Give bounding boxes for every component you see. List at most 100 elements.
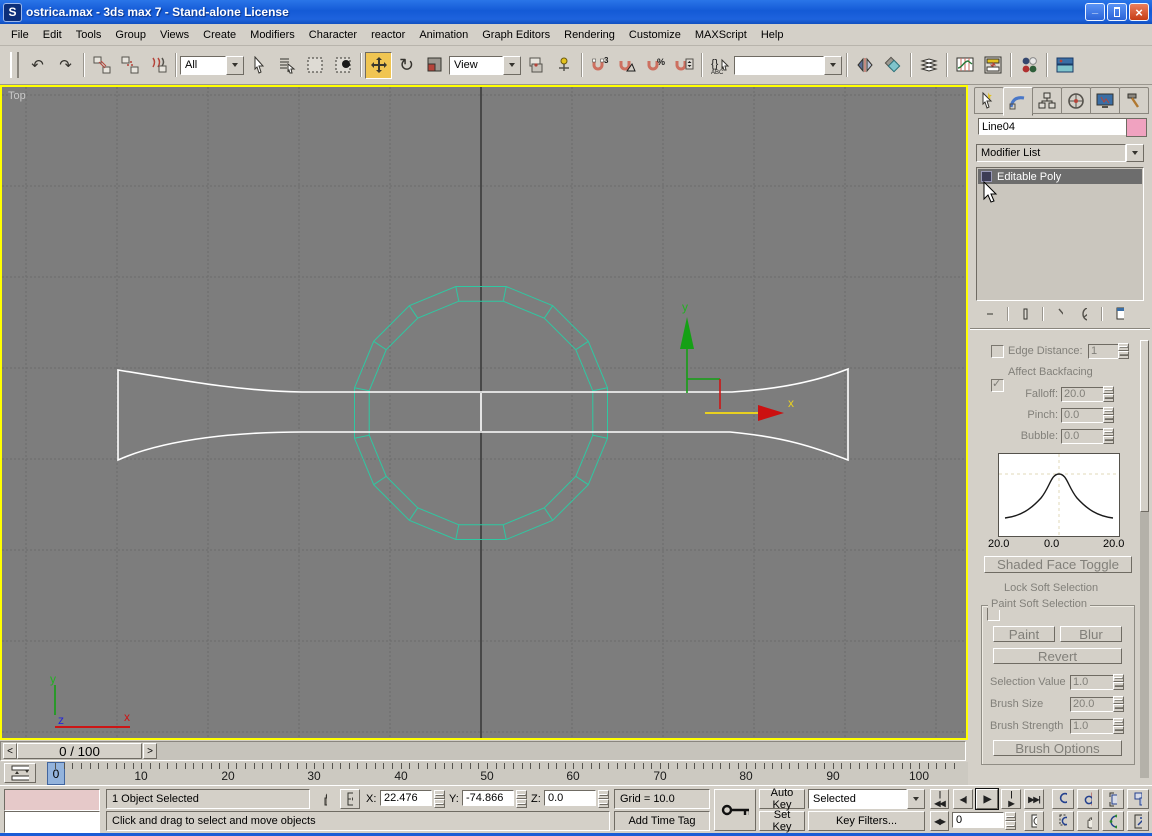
zoom-extents-button[interactable] [1102, 789, 1124, 809]
brush-size-field[interactable]: 20.0 [1070, 697, 1114, 712]
select-and-move-button[interactable] [365, 51, 392, 79]
tab-display[interactable] [1090, 87, 1120, 114]
previous-frame-button[interactable]: ◀| [953, 789, 973, 809]
tab-utilities[interactable] [1119, 87, 1149, 114]
menu-animation[interactable]: Animation [412, 24, 475, 46]
minimize-button[interactable]: _ [1085, 3, 1105, 21]
falloff-spinner[interactable] [1103, 386, 1114, 402]
viewport-top[interactable]: y x y z x Top [0, 85, 968, 740]
zoom-extents-all-button[interactable] [1127, 789, 1149, 809]
use-pivot-point-center-button[interactable] [522, 52, 549, 79]
chevron-down-icon[interactable] [226, 55, 244, 75]
track-bar[interactable]: 0 10 20 30 40 50 60 70 80 90 100 0 [0, 762, 968, 785]
brush-strength-field[interactable]: 1.0 [1070, 719, 1114, 734]
toolbar-handle[interactable] [10, 52, 19, 78]
z-spinner[interactable] [598, 790, 609, 808]
select-and-rotate-button[interactable]: ↻ [393, 52, 420, 79]
track-bar-ruler[interactable]: 0 10 20 30 40 50 60 70 80 90 100 0 [42, 762, 968, 785]
tab-motion[interactable] [1061, 87, 1091, 114]
named-selection-sets-dropdown[interactable] [734, 55, 842, 75]
menu-edit[interactable]: Edit [36, 24, 69, 46]
min-max-toggle-button[interactable] [1127, 811, 1149, 831]
spinner-snap-toggle-button[interactable] [670, 52, 697, 79]
object-color-swatch[interactable] [1126, 118, 1147, 137]
brush-strength-spinner[interactable] [1113, 718, 1124, 734]
bubble-field[interactable]: 0.0 [1061, 429, 1105, 444]
maxscript-mini-listener-pink[interactable] [4, 789, 100, 811]
modifier-stack[interactable]: Editable Poly [976, 167, 1144, 301]
percent-snap-toggle-button[interactable]: % [642, 52, 669, 79]
show-end-result-button[interactable] [1015, 305, 1035, 323]
x-spinner[interactable] [434, 790, 445, 808]
menu-help[interactable]: Help [754, 24, 791, 46]
open-mini-curve-editor-button[interactable] [4, 763, 36, 783]
panel-scrollbar-thumb[interactable] [1140, 340, 1149, 512]
goto-end-button[interactable]: ▶▶| [1024, 789, 1044, 809]
layer-manager-button[interactable] [915, 52, 942, 79]
align-button[interactable] [879, 52, 906, 79]
menu-graph-editors[interactable]: Graph Editors [475, 24, 557, 46]
region-zoom-button[interactable] [1052, 811, 1074, 831]
auto-key-button[interactable]: Auto Key [759, 787, 805, 811]
make-unique-button[interactable] [1050, 305, 1070, 323]
transform-gizmo[interactable]: y x [680, 300, 794, 421]
key-mode-toggle-button[interactable]: ◀▶ [930, 811, 949, 831]
select-and-scale-button[interactable] [421, 52, 448, 79]
menu-maxscript[interactable]: MAXScript [688, 24, 754, 46]
close-button[interactable]: × [1129, 3, 1149, 21]
y-spinner[interactable] [516, 790, 527, 808]
y-coordinate-field[interactable]: -74.866 [462, 790, 514, 806]
blur-button[interactable]: Blur [1060, 626, 1122, 642]
time-step-forward-button[interactable]: > [143, 743, 157, 759]
modifier-list-dropdown[interactable]: Modifier List [976, 144, 1144, 162]
tab-modify[interactable] [1003, 87, 1033, 116]
revert-button[interactable]: Revert [993, 648, 1122, 664]
pan-view-button[interactable] [1077, 811, 1099, 831]
brush-options-button[interactable]: Brush Options [993, 740, 1122, 756]
pinch-field[interactable]: 0.0 [1061, 408, 1105, 423]
curve-editor-button[interactable] [951, 52, 978, 79]
menu-character[interactable]: Character [302, 24, 364, 46]
affect-backfacing-checkbox[interactable] [991, 377, 1004, 392]
rectangular-selection-region-button[interactable] [301, 52, 328, 79]
configure-modifier-sets-button[interactable] [1109, 305, 1131, 323]
current-frame-marker[interactable]: 0 [47, 762, 65, 785]
set-keys-button[interactable] [714, 789, 756, 831]
tab-create[interactable] [974, 87, 1004, 114]
selection-filter-dropdown[interactable]: All [180, 55, 244, 75]
edge-distance-field[interactable]: 1 [1088, 344, 1120, 359]
brush-size-spinner[interactable] [1113, 696, 1124, 712]
select-object-button[interactable] [245, 52, 272, 79]
time-step-back-button[interactable]: < [3, 743, 17, 759]
edge-distance-spinner[interactable] [1118, 343, 1129, 359]
menu-reactor[interactable]: reactor [364, 24, 412, 46]
set-key-button[interactable]: Set Key [759, 809, 805, 833]
menu-customize[interactable]: Customize [622, 24, 688, 46]
menu-create[interactable]: Create [196, 24, 243, 46]
restore-button[interactable] [1107, 3, 1127, 21]
falloff-field[interactable]: 20.0 [1061, 387, 1105, 402]
pin-stack-button[interactable] [980, 305, 1000, 323]
bind-to-space-warp-button[interactable] [144, 52, 171, 79]
edge-distance-checkbox[interactable] [991, 345, 1004, 358]
menu-group[interactable]: Group [108, 24, 153, 46]
current-frame-field[interactable]: 0 [952, 812, 1004, 828]
shaded-face-toggle-button[interactable]: Shaded Face Toggle [984, 556, 1132, 573]
mirror-button[interactable] [851, 52, 878, 79]
maxscript-mini-listener-white[interactable] [4, 811, 100, 833]
absolute-offset-mode-toggle[interactable] [340, 789, 360, 809]
select-and-manipulate-button[interactable] [550, 52, 577, 79]
menu-tools[interactable]: Tools [69, 24, 109, 46]
chevron-down-icon[interactable] [907, 789, 925, 809]
time-configuration-button[interactable] [1024, 811, 1044, 831]
zoom-button[interactable] [1052, 789, 1074, 809]
material-editor-button[interactable] [1015, 52, 1042, 79]
add-time-tag[interactable]: Add Time Tag [614, 811, 710, 831]
render-scene-button[interactable] [1051, 52, 1078, 79]
unlink-selection-button[interactable] [116, 52, 143, 79]
key-filter-scope-dropdown[interactable]: Selected [808, 789, 925, 809]
reference-coordinate-system-dropdown[interactable]: View [449, 55, 521, 75]
selection-lock-toggle[interactable] [316, 789, 334, 809]
goto-start-button[interactable]: |◀◀ [930, 789, 949, 809]
pinch-spinner[interactable] [1103, 407, 1114, 423]
